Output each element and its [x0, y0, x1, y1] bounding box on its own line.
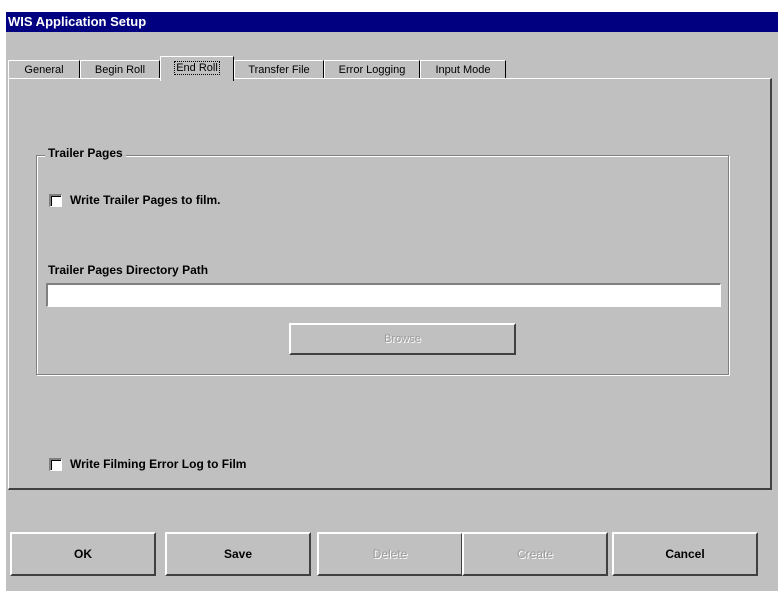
create-button[interactable]: Create [462, 532, 608, 576]
tab-begin-roll[interactable]: Begin Roll [80, 60, 160, 80]
write-error-log-label: Write Filming Error Log to Film [70, 457, 247, 471]
cancel-button[interactable]: Cancel [612, 532, 758, 576]
delete-button[interactable]: Delete [317, 532, 463, 576]
setup-window: WIS Application Setup General Begin Roll… [6, 12, 778, 591]
ok-button[interactable]: OK [10, 532, 156, 576]
write-trailer-pages-label: Write Trailer Pages to film. [70, 193, 221, 207]
save-button[interactable]: Save [165, 532, 311, 576]
tab-transfer-file[interactable]: Transfer File [234, 60, 324, 80]
tab-end-roll[interactable]: End Roll [160, 56, 234, 81]
window-title: WIS Application Setup [6, 12, 778, 32]
trailer-path-label: Trailer Pages Directory Path [48, 263, 209, 277]
trailer-pages-legend: Trailer Pages [45, 145, 126, 161]
tab-general[interactable]: General [8, 60, 80, 80]
write-trailer-pages-checkbox[interactable] [49, 194, 62, 207]
tab-input-mode[interactable]: Input Mode [420, 60, 506, 80]
write-error-log-checkbox[interactable] [49, 458, 62, 471]
browse-button[interactable]: Browse [289, 323, 516, 355]
tab-error-logging[interactable]: Error Logging [324, 60, 420, 80]
end-roll-panel: Trailer Pages Write Trailer Pages to fil… [8, 78, 772, 490]
trailer-path-input[interactable] [46, 283, 721, 307]
